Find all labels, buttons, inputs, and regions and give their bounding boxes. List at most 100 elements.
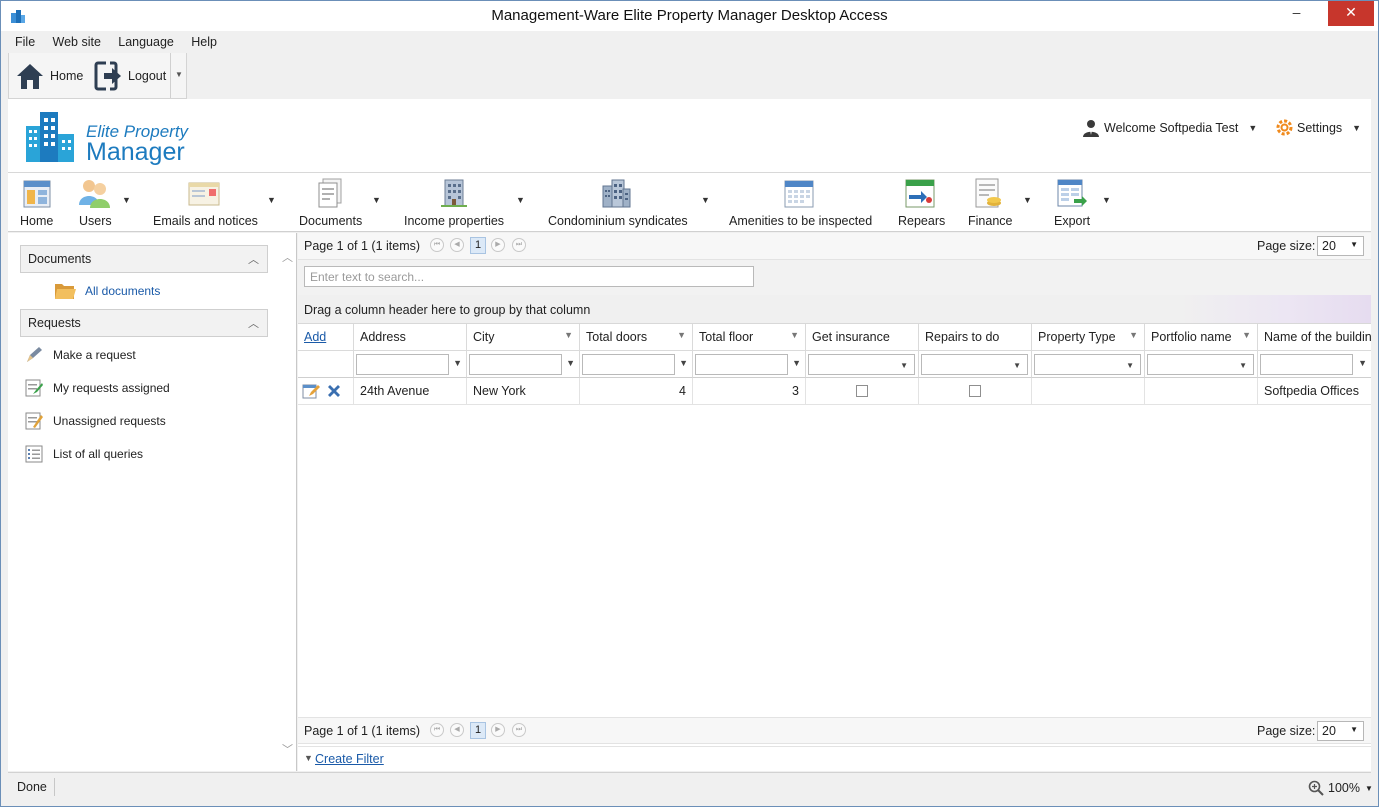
- filter-doors-input[interactable]: [582, 354, 675, 375]
- ribbon-export[interactable]: Export ▼: [1048, 173, 1114, 231]
- cell-address[interactable]: 24th Avenue: [354, 378, 467, 405]
- filter-total-floor: ▼: [693, 351, 806, 378]
- ribbon-finance[interactable]: Finance ▼: [962, 173, 1036, 231]
- ribbon-users[interactable]: Users ▼: [74, 173, 134, 231]
- filter-icon[interactable]: ▼: [790, 330, 799, 340]
- all-documents-label: All documents: [85, 284, 161, 298]
- cell-property-type[interactable]: [1032, 378, 1145, 405]
- col-property-type-label: Property Type: [1038, 330, 1116, 344]
- page-size-select[interactable]: 20 ▼: [1317, 236, 1364, 256]
- page-size-select[interactable]: 20 ▼: [1317, 721, 1364, 741]
- filter-icon[interactable]: ▼: [792, 358, 801, 368]
- menu-website[interactable]: Web site: [46, 31, 108, 53]
- ribbon-repears[interactable]: Repears: [892, 173, 952, 231]
- first-page-icon[interactable]: ⏮: [430, 238, 444, 252]
- ribbon-amenities[interactable]: Amenities to be inspected: [724, 173, 880, 231]
- create-filter-link[interactable]: Create Filter: [315, 752, 384, 766]
- users-icon: [79, 180, 110, 208]
- quick-logout-button[interactable]: Logout: [94, 58, 166, 94]
- cell-building-name[interactable]: Softpedia Offices: [1258, 378, 1371, 405]
- column-header-repairs[interactable]: Repairs to do: [919, 324, 1032, 351]
- chevron-down-icon: ▼: [1013, 361, 1021, 370]
- filter-portfolio-select[interactable]: ▼: [1147, 354, 1254, 375]
- menu-help[interactable]: Help: [184, 31, 224, 53]
- chevron-up-icon[interactable]: ︿: [248, 315, 259, 331]
- email-icon: [188, 182, 220, 206]
- filter-icon[interactable]: ▼: [1242, 330, 1251, 340]
- last-page-icon[interactable]: ⏭: [512, 723, 526, 737]
- settings-menu[interactable]: Settings ▼: [1276, 119, 1361, 136]
- cell-repairs: [919, 378, 1032, 405]
- prev-page-icon[interactable]: ◀: [450, 238, 464, 252]
- search-input[interactable]: Enter text to search...: [304, 266, 754, 287]
- ribbon-condominium[interactable]: Condominium syndicates ▼: [542, 173, 712, 231]
- next-page-icon[interactable]: ▶: [491, 238, 505, 252]
- quick-home-button[interactable]: Home: [14, 58, 83, 94]
- column-header-total-floor[interactable]: Total floor ▼: [693, 324, 806, 351]
- column-header-address[interactable]: Address: [354, 324, 467, 351]
- cell-total-doors[interactable]: 4: [580, 378, 693, 405]
- filter-city-input[interactable]: [469, 354, 562, 375]
- row-actions: [298, 378, 354, 405]
- delete-icon[interactable]: [326, 383, 342, 399]
- filter-icon[interactable]: ▼: [1358, 358, 1367, 368]
- prev-page-icon[interactable]: ◀: [450, 723, 464, 737]
- column-header-total-doors[interactable]: Total doors ▼: [580, 324, 693, 351]
- ribbon-income-properties[interactable]: Income properties ▼: [398, 173, 528, 231]
- minimize-button[interactable]: –: [1281, 1, 1312, 26]
- column-header-get-insurance[interactable]: Get insurance: [806, 324, 919, 351]
- column-header-building-name[interactable]: Name of the building: [1258, 324, 1371, 351]
- current-page-button[interactable]: 1: [470, 722, 486, 739]
- scroll-down-icon[interactable]: ﹀: [282, 741, 293, 757]
- group-panel[interactable]: Drag a column header here to group by th…: [298, 295, 1371, 324]
- ribbon-emails[interactable]: Emails and notices ▼: [148, 173, 278, 231]
- column-header-city[interactable]: City ▼: [467, 324, 580, 351]
- documents-group-header[interactable]: Documents ︿: [20, 245, 268, 273]
- quick-access-dropdown[interactable]: ▼: [170, 53, 187, 98]
- cell-city[interactable]: New York: [467, 378, 580, 405]
- filter-icon[interactable]: ▼: [564, 330, 573, 340]
- close-button[interactable]: ✕: [1328, 1, 1374, 26]
- ribbon-home[interactable]: Home: [12, 173, 64, 231]
- requests-group-header[interactable]: Requests ︿: [20, 309, 268, 337]
- filter-icon[interactable]: ▼: [679, 358, 688, 368]
- menu-file[interactable]: File: [8, 31, 42, 53]
- current-page-button[interactable]: 1: [470, 237, 486, 254]
- filter-repairs-select[interactable]: ▼: [921, 354, 1028, 375]
- ribbon-documents[interactable]: Documents ▼: [294, 173, 384, 231]
- cell-total-floor[interactable]: 3: [693, 378, 806, 405]
- next-page-icon[interactable]: ▶: [491, 723, 505, 737]
- last-page-icon[interactable]: ⏭: [512, 238, 526, 252]
- edit-icon[interactable]: [302, 382, 320, 400]
- filter-floor-input[interactable]: [695, 354, 788, 375]
- filter-building-input[interactable]: [1260, 354, 1353, 375]
- make-request-item[interactable]: Make a request: [24, 343, 136, 367]
- all-documents-item[interactable]: All documents: [54, 279, 160, 303]
- column-header-property-type[interactable]: Property Type ▼: [1032, 324, 1145, 351]
- scroll-up-icon[interactable]: ︿: [282, 249, 293, 265]
- unassigned-requests-item[interactable]: Unassigned requests: [24, 409, 166, 433]
- pager-top: Page 1 of 1 (1 items) ⏮ ◀ 1 ▶ ⏭ Page siz…: [298, 233, 1371, 260]
- chevron-up-icon[interactable]: ︿: [248, 251, 259, 267]
- menu-language[interactable]: Language: [111, 31, 181, 53]
- cell-portfolio[interactable]: [1145, 378, 1258, 405]
- repairs-checkbox[interactable]: [969, 385, 981, 397]
- filter-icon[interactable]: ▼: [453, 358, 462, 368]
- insurance-checkbox[interactable]: [856, 385, 868, 397]
- documents-group-label: Documents: [28, 252, 92, 266]
- all-queries-item[interactable]: List of all queries: [24, 442, 143, 466]
- filter-address-input[interactable]: [356, 354, 449, 375]
- filter-property-type-select[interactable]: ▼: [1034, 354, 1141, 375]
- user-menu[interactable]: Welcome Softpedia Test ▼: [1082, 119, 1257, 137]
- filter-insurance-select[interactable]: ▼: [808, 354, 915, 375]
- column-header-portfolio[interactable]: Portfolio name ▼: [1145, 324, 1258, 351]
- filter-icon[interactable]: ▼: [1129, 330, 1138, 340]
- first-page-icon[interactable]: ⏮: [430, 723, 444, 737]
- filter-icon[interactable]: ▼: [566, 358, 575, 368]
- zoom-control[interactable]: 100% ▼: [1308, 780, 1373, 796]
- my-requests-item[interactable]: My requests assigned: [24, 376, 170, 400]
- filter-portfolio: ▼: [1145, 351, 1258, 378]
- filter-icon[interactable]: ▼: [677, 330, 686, 340]
- gear-icon: [1276, 119, 1293, 136]
- add-row-link[interactable]: Add: [298, 324, 354, 351]
